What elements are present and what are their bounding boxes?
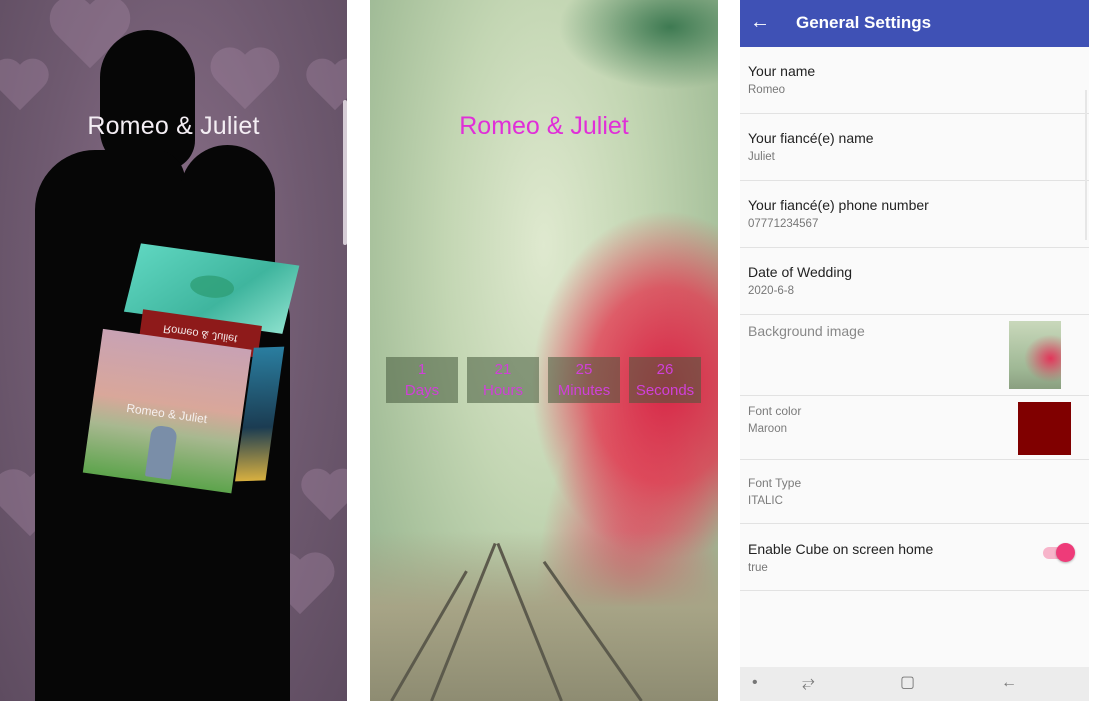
- countdown-unit: Seconds: [635, 382, 695, 399]
- pref-fiance-name[interactable]: Your fiancé(e) name Juliet: [740, 114, 1089, 181]
- pref-summary: Romeo: [748, 84, 786, 96]
- pref-summary: Juliet: [748, 151, 775, 163]
- settings-screen: ← General Settings Your name Romeo Your …: [740, 0, 1089, 701]
- countdown-timer: 1 Days 21 Hours 25 Minutes 26 Seconds: [386, 357, 701, 403]
- countdown-value: 21: [494, 361, 512, 378]
- pref-font-type[interactable]: Font Type ITALIC: [740, 460, 1089, 524]
- pref-your-name[interactable]: Your name Romeo: [740, 47, 1089, 114]
- heart-decoration: [0, 60, 50, 120]
- pref-summary: true: [748, 562, 768, 574]
- pref-title: Your fiancé(e) phone number: [748, 197, 929, 213]
- back-arrow-icon[interactable]: ←: [750, 10, 770, 34]
- couple-title: Romeo & Juliet: [87, 112, 260, 140]
- preferences-list: Your name Romeo Your fiancé(e) name Juli…: [740, 47, 1089, 591]
- pref-background-image[interactable]: Background image: [740, 315, 1089, 396]
- scrollbar[interactable]: [1085, 90, 1087, 240]
- nav-dot-icon: •: [752, 674, 758, 691]
- countdown-seconds: 26 Seconds: [629, 357, 701, 403]
- pref-title: Font Type: [748, 476, 802, 490]
- home-icon[interactable]: ▢: [900, 673, 915, 693]
- app-bar: ← General Settings: [740, 0, 1089, 47]
- countdown-screen: Romeo & Juliet 1 Days 21 Hours 25 Minute…: [370, 0, 718, 701]
- pref-title: Your name: [748, 63, 816, 79]
- photo-cube[interactable]: Romeo & Juliet Romeo & Juliet: [64, 237, 300, 502]
- heart-decoration: [209, 49, 281, 121]
- pref-title: Enable Cube on screen home: [748, 541, 934, 557]
- background-image-thumbnail[interactable]: [1009, 321, 1061, 389]
- countdown-hours: 21 Hours: [467, 357, 539, 403]
- cube-front-face: Romeo & Juliet: [82, 328, 252, 494]
- countdown-value: 26: [656, 361, 674, 378]
- countdown-unit: Days: [404, 382, 440, 399]
- countdown-days: 1 Days: [386, 357, 458, 403]
- countdown-value: 1: [417, 361, 427, 378]
- countdown-unit: Hours: [482, 382, 523, 399]
- pref-title: Date of Wedding: [748, 264, 853, 280]
- switch-knob: [1056, 543, 1075, 562]
- back-icon[interactable]: ←: [1001, 673, 1017, 693]
- pref-summary: 07771234567: [748, 218, 819, 230]
- man-silhouette-head: [100, 30, 195, 170]
- pref-wedding-date[interactable]: Date of Wedding 2020-6-8: [740, 248, 1089, 315]
- system-nav-bar: • ⥂ ▢ ←: [740, 667, 1089, 701]
- heart-decoration: [305, 60, 347, 120]
- lips-icon: [187, 272, 237, 301]
- countdown-unit: Minutes: [557, 382, 611, 399]
- countdown-minutes: 25 Minutes: [548, 357, 620, 403]
- couple-photo: [144, 424, 178, 480]
- countdown-value: 25: [575, 361, 593, 378]
- recents-icon[interactable]: ⥂: [802, 673, 815, 693]
- heart-decoration: [300, 470, 347, 530]
- pref-enable-cube[interactable]: Enable Cube on screen home true: [740, 524, 1089, 591]
- enable-cube-switch[interactable]: [1043, 543, 1075, 562]
- pref-title: Your fiancé(e) name: [748, 130, 874, 146]
- font-color-swatch[interactable]: [1018, 402, 1071, 455]
- railway-ground: [370, 531, 718, 701]
- page-title: General Settings: [796, 13, 932, 32]
- pref-summary: ITALIC: [748, 495, 783, 507]
- home-screen-cube-preview: Romeo & Juliet Romeo & Juliet Romeo & Ju…: [0, 0, 347, 701]
- pref-font-color[interactable]: Font color Maroon: [740, 396, 1089, 460]
- couple-title: Romeo & Juliet: [459, 112, 629, 140]
- pref-fiance-phone[interactable]: Your fiancé(e) phone number 07771234567: [740, 181, 1089, 248]
- pref-summary: 2020-6-8: [748, 285, 795, 297]
- tree-branches: [558, 0, 718, 90]
